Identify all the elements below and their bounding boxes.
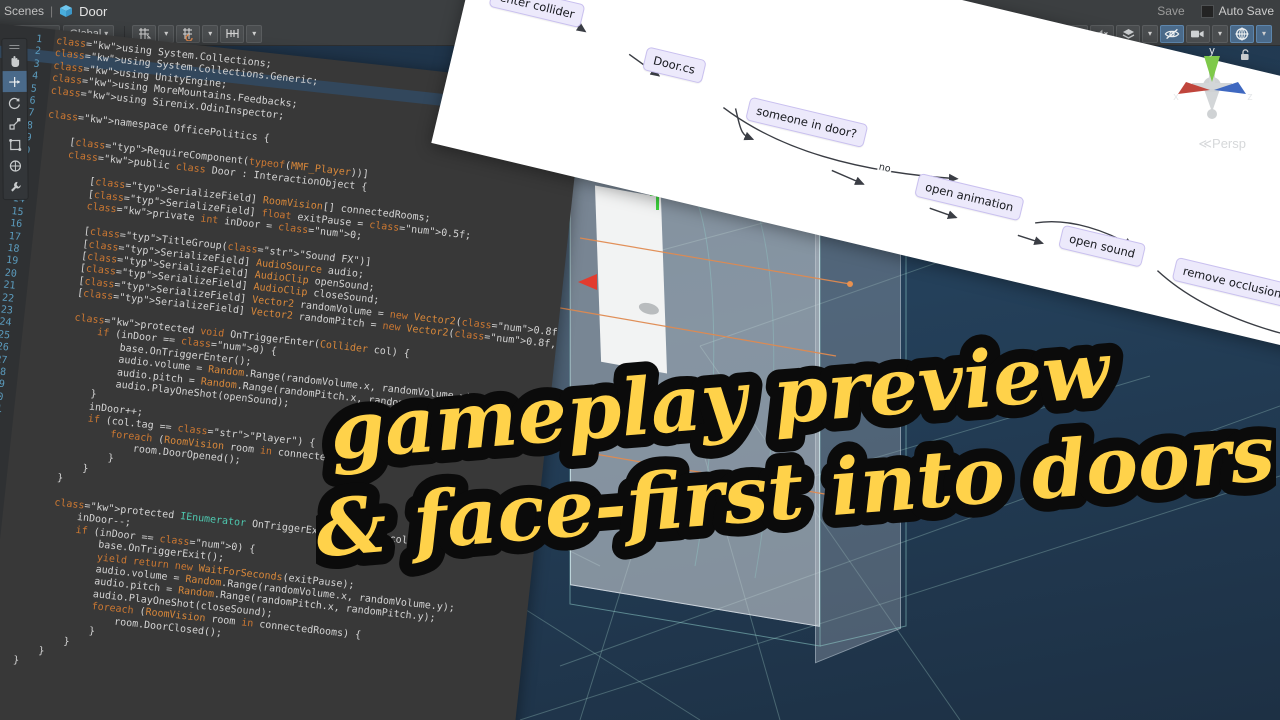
rotate-icon xyxy=(8,97,21,109)
gizmos-icon xyxy=(1234,26,1250,42)
projection-text: Persp xyxy=(1212,136,1246,151)
breadcrumb-separator: | xyxy=(50,4,54,18)
gizmo-axis-z-label: z xyxy=(1247,91,1253,103)
save-button[interactable]: Save xyxy=(1149,3,1192,19)
eye-off-icon xyxy=(1164,27,1180,41)
breadcrumb-document-name[interactable]: Door xyxy=(79,4,107,19)
projection-mode-label[interactable]: ≪Persp xyxy=(1198,136,1246,152)
vertex-snapping-icon xyxy=(182,27,193,41)
palette-drag-handle[interactable] xyxy=(2,41,26,50)
unity-prefab-cube-icon xyxy=(59,4,73,18)
auto-save-checkbox[interactable] xyxy=(1200,4,1214,18)
gizmos-dropdown-caret[interactable]: ▾ xyxy=(1256,24,1272,43)
chevron-down-icon: ▾ xyxy=(1217,29,1222,38)
align-tools-button[interactable] xyxy=(220,24,245,43)
tool-transform[interactable] xyxy=(3,155,27,176)
scale-icon xyxy=(9,117,21,130)
align-tools-dropdown[interactable]: ▾ xyxy=(246,24,263,43)
chevron-down-icon-3: ▾ xyxy=(164,29,169,38)
rect-transform-icon xyxy=(9,138,22,151)
tool-rotate[interactable] xyxy=(3,92,27,113)
transform-icon xyxy=(9,159,22,172)
lock-open-icon[interactable] xyxy=(1239,48,1252,62)
hand-icon xyxy=(11,55,20,67)
auto-save-label: Auto Save xyxy=(1218,4,1274,18)
tool-hand[interactable] xyxy=(2,50,26,71)
tool-rect[interactable] xyxy=(3,134,27,155)
chevron-down-icon-4: ▾ xyxy=(208,29,213,38)
chevron-down-icon: ▾ xyxy=(1261,29,1266,38)
camera-icon xyxy=(1190,28,1206,40)
gizmos-dropdown[interactable] xyxy=(1230,24,1254,43)
effects-dropdown-caret[interactable]: ▾ xyxy=(1142,24,1158,43)
move-arrows-icon xyxy=(9,76,21,87)
vertex-snapping-dropdown[interactable]: ▾ xyxy=(202,24,219,43)
align-tools-icon xyxy=(226,28,239,38)
custom-editor-tool-icon xyxy=(11,181,21,192)
camera-dropdown[interactable] xyxy=(1186,24,1210,43)
toggle-scene-visibility[interactable] xyxy=(1160,24,1184,43)
scene-tools-palette[interactable] xyxy=(1,37,29,201)
auto-save-toggle[interactable]: Auto Save xyxy=(1200,4,1274,18)
chevron-down-icon: ▾ xyxy=(1147,29,1152,38)
vertex-snapping-button[interactable] xyxy=(176,24,201,43)
unity-editor-window: 1 2 3 4 5 6 7 8 9 10 11 12 13 14 15 16 1… xyxy=(0,0,1280,720)
breadcrumb[interactable]: Scenes | Door xyxy=(0,4,107,19)
breadcrumb-scenes[interactable]: Scenes xyxy=(4,4,44,18)
tool-move[interactable] xyxy=(2,70,27,93)
gizmo-axis-x-label: x xyxy=(1173,91,1179,103)
projection-prefix: ≪ xyxy=(1198,136,1213,151)
camera-dropdown-caret[interactable]: ▾ xyxy=(1212,24,1228,43)
tool-custom[interactable] xyxy=(3,176,27,197)
tool-scale[interactable] xyxy=(3,113,27,134)
chevron-down-icon-5: ▾ xyxy=(252,29,257,38)
grid-snapping-dropdown[interactable]: ▾ xyxy=(158,24,175,43)
gizmo-handle-dot xyxy=(847,281,853,287)
gizmo-axis-y-label: y xyxy=(1209,45,1215,57)
scene-view-gizmo[interactable]: y x z ≪Persp xyxy=(1166,42,1258,152)
gizmo-x-axis-arrow[interactable] xyxy=(578,274,597,290)
